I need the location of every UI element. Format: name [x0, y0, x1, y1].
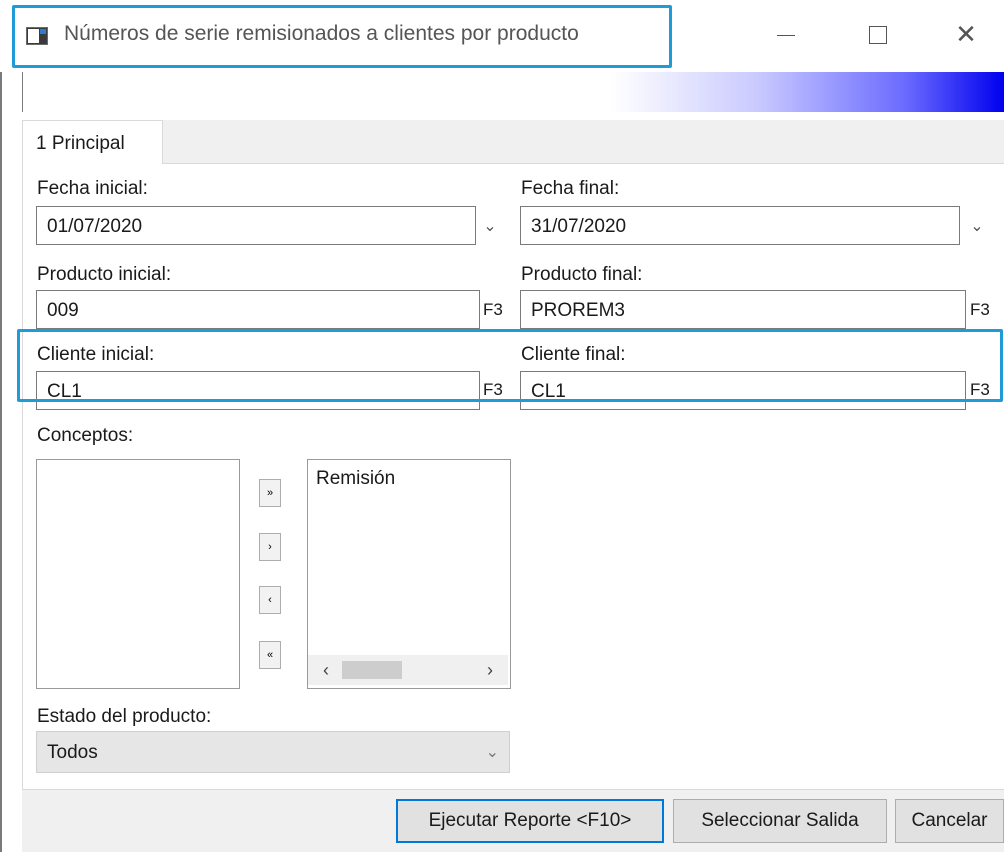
list-item[interactable]: Remisión: [316, 468, 395, 490]
estado-producto-value: Todos: [47, 742, 98, 763]
cancel-button[interactable]: Cancelar: [895, 799, 1004, 843]
double-arrow-right-icon: »: [266, 487, 274, 499]
fecha-inicial-field[interactable]: 01/07/2020: [36, 206, 476, 245]
close-icon: ✕: [955, 20, 977, 50]
minimize-icon: [777, 34, 795, 36]
scroll-right-icon[interactable]: ›: [480, 660, 500, 680]
minimize-button[interactable]: [756, 14, 816, 56]
chevron-down-icon: ⌄: [970, 217, 984, 235]
chevron-down-icon: ⌄: [483, 217, 497, 235]
fecha-final-field[interactable]: 31/07/2020: [520, 206, 960, 245]
cliente-inicial-label: Cliente inicial:: [37, 344, 155, 365]
estado-producto-label: Estado del producto:: [37, 706, 212, 727]
window-left-border: [0, 72, 2, 852]
move-all-left-button[interactable]: «: [259, 641, 281, 669]
move-all-right-button[interactable]: »: [259, 479, 281, 507]
maximize-button[interactable]: [848, 14, 908, 56]
fecha-inicial-label: Fecha inicial:: [37, 178, 148, 199]
conceptos-available-list[interactable]: [36, 459, 240, 689]
fecha-final-label: Fecha final:: [521, 178, 620, 199]
fecha-final-dropdown-button[interactable]: ⌄: [964, 206, 990, 245]
cliente-final-label: Cliente final:: [521, 344, 626, 365]
producto-inicial-field[interactable]: 009: [36, 290, 480, 329]
estado-producto-select[interactable]: Todos ⌄: [36, 731, 510, 773]
chevron-down-icon: ⌄: [485, 744, 499, 761]
scrollbar-thumb[interactable]: [342, 661, 402, 679]
header-gradient-bar: [22, 72, 1004, 112]
selected-list-hscrollbar[interactable]: ‹ ›: [308, 655, 508, 685]
maximize-icon: [869, 26, 887, 44]
cliente-final-field[interactable]: CL1: [520, 371, 966, 410]
arrow-right-icon: ›: [268, 541, 272, 553]
producto-final-label: Producto final:: [521, 264, 643, 285]
scroll-left-icon[interactable]: ‹: [316, 660, 336, 680]
window-title: Números de serie remisionados a clientes…: [64, 22, 579, 45]
close-button[interactable]: ✕: [936, 14, 996, 56]
producto-final-field[interactable]: PROREM3: [520, 290, 966, 329]
cliente-inicial-field[interactable]: CL1: [36, 371, 480, 410]
tab-principal[interactable]: 1 Principal: [22, 120, 163, 164]
fecha-inicial-dropdown-button[interactable]: ⌄: [477, 206, 503, 245]
cliente-inicial-lookup-button[interactable]: F3: [483, 380, 503, 400]
producto-inicial-label: Producto inicial:: [37, 264, 172, 285]
move-right-button[interactable]: ›: [259, 533, 281, 561]
double-arrow-left-icon: «: [266, 649, 274, 661]
run-report-button[interactable]: Ejecutar Reporte <F10>: [396, 799, 664, 843]
arrow-left-icon: ‹: [268, 594, 272, 606]
move-left-button[interactable]: ‹: [259, 586, 281, 614]
cliente-final-lookup-button[interactable]: F3: [970, 380, 990, 400]
producto-inicial-lookup-button[interactable]: F3: [483, 300, 503, 320]
conceptos-label: Conceptos:: [37, 425, 134, 446]
app-window-icon: [26, 27, 48, 45]
select-output-button[interactable]: Seleccionar Salida: [673, 799, 887, 843]
producto-final-lookup-button[interactable]: F3: [970, 300, 990, 320]
